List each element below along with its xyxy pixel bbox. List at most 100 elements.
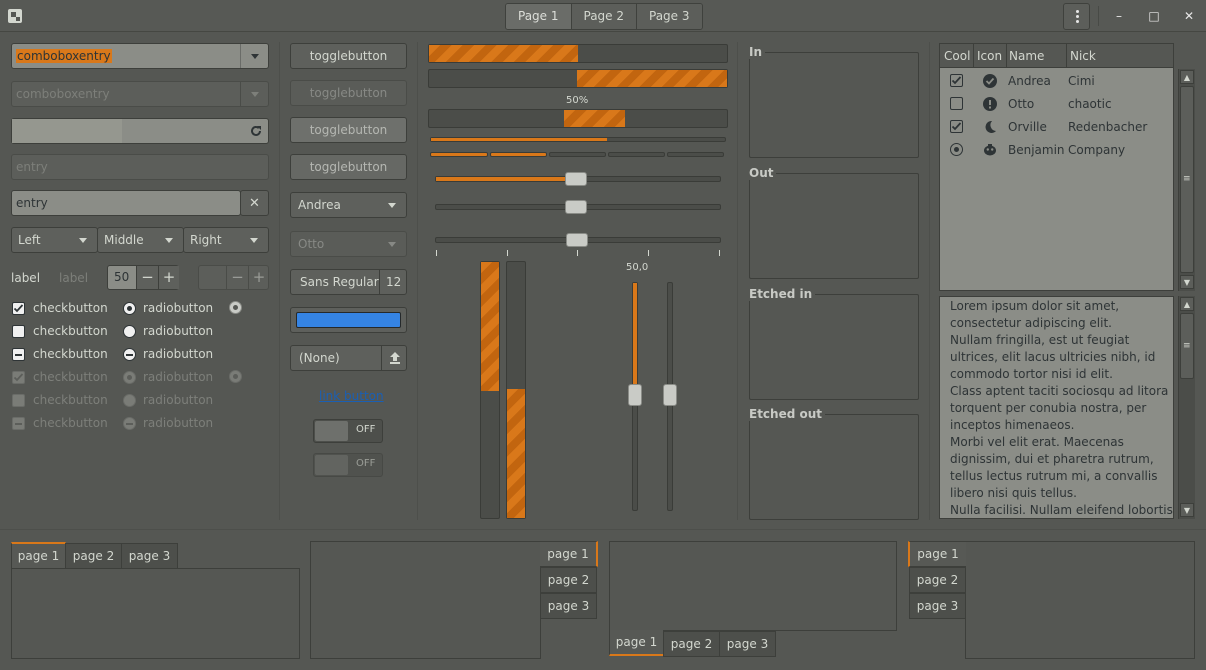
text-line[interactable]: Morbi vel elit erat. Maecenas <box>950 434 1173 451</box>
text-line[interactable]: Nulla facilisi. Nullam eleifend lobortis <box>950 502 1173 518</box>
hscale-2-thumb[interactable] <box>565 200 587 214</box>
tree-row-3-name[interactable]: Orville <box>1008 119 1047 135</box>
stack-tab-page-1[interactable]: Page 1 <box>506 4 572 29</box>
tree-row-4-name[interactable]: Benjamin <box>1008 142 1065 158</box>
togglebutton-1[interactable]: togglebutton <box>290 43 407 69</box>
progress-entry[interactable] <box>11 118 269 144</box>
text-scrollbar[interactable]: ▲ ≡ ▼ <box>1178 296 1195 519</box>
text-line[interactable]: Lorem ipsum dolor sit amet, <box>950 298 1173 315</box>
text-view[interactable]: Lorem ipsum dolor sit amet, consectetur a… <box>939 296 1174 519</box>
radio-no-label[interactable] <box>229 301 242 314</box>
scroll-thumb[interactable]: ≡ <box>1180 313 1194 379</box>
tree-row-1-cool[interactable] <box>950 74 963 87</box>
text-line[interactable]: consectetur adipiscing elit. <box>950 315 1173 332</box>
spin-value[interactable]: 50 <box>114 266 129 289</box>
switch-off[interactable]: OFF <box>313 419 383 443</box>
text-line[interactable]: Class aptent taciti sociosqu ad litora <box>950 383 1173 400</box>
text-line[interactable]: dignissim, dui et pharetra rutrum, <box>950 451 1173 468</box>
text-line[interactable]: torquent per conubia nostra, per <box>950 400 1173 417</box>
stack-tab-page-3[interactable]: Page 3 <box>637 4 702 29</box>
entry-text[interactable]: entry <box>16 196 48 210</box>
notebook-2-tab-3[interactable]: page 3 <box>540 593 597 619</box>
radiobutton-label[interactable]: radiobutton <box>143 346 213 362</box>
tree-view[interactable]: Cool Icon Name Nick Andrea Cimi Otto cha… <box>939 43 1174 291</box>
combo-entry-1-text[interactable]: comboboxentry <box>16 49 112 63</box>
font-button[interactable]: Sans Regular 12 <box>290 269 407 295</box>
text-view-content[interactable]: Lorem ipsum dolor sit amet, consectetur a… <box>950 298 1173 518</box>
tree-row-1-name[interactable]: Andrea <box>1008 73 1051 89</box>
togglebutton-3-active[interactable]: togglebutton <box>290 117 407 143</box>
close-button[interactable]: ✕ <box>1182 9 1196 23</box>
combo-andrea[interactable]: Andrea <box>290 192 407 218</box>
notebook-3-tab-2[interactable]: page 2 <box>663 631 720 657</box>
checkbox-checked[interactable] <box>12 302 25 315</box>
file-chooser-button[interactable]: (None) <box>290 345 407 371</box>
tree-row-2-nick[interactable]: chaotic <box>1068 96 1112 112</box>
scroll-thumb[interactable]: ≡ <box>1180 86 1194 273</box>
linked-left-button[interactable]: Left <box>11 227 98 253</box>
maximize-button[interactable]: □ <box>1147 9 1161 23</box>
tree-row-2-name[interactable]: Otto <box>1008 96 1034 112</box>
notebook-4-tab-2[interactable]: page 2 <box>909 567 966 593</box>
tree-row-4-nick[interactable]: Company <box>1068 142 1125 158</box>
text-line[interactable]: tellus lectus rutrum mi, a convallis <box>950 468 1173 485</box>
clear-button[interactable]: ✕ <box>240 190 269 216</box>
radio-inconsistent[interactable] <box>123 348 136 361</box>
text-line[interactable]: ultrices, elit lacus ultricies nibh, id <box>950 349 1173 366</box>
menu-button[interactable] <box>1063 3 1090 30</box>
notebook-1-tab-2[interactable]: page 2 <box>65 543 122 569</box>
spin-minus-button[interactable]: − <box>136 266 158 289</box>
text-line[interactable]: Nullam fringilla, est ut feugiat <box>950 332 1173 349</box>
radiobutton-label[interactable]: radiobutton <box>143 300 213 316</box>
stack-tab-page-2[interactable]: Page 2 <box>571 4 637 29</box>
tree-row-3-nick[interactable]: Redenbacher <box>1068 119 1147 135</box>
link-button[interactable]: link button <box>319 388 384 404</box>
column-header-cool[interactable]: Cool <box>944 48 970 64</box>
checkbutton-label[interactable]: checkbutton <box>33 346 108 362</box>
notebook-2-tab-2[interactable]: page 2 <box>540 567 597 593</box>
column-header-nick[interactable]: Nick <box>1070 48 1096 64</box>
notebook-4-tab-1[interactable]: page 1 <box>908 541 966 567</box>
notebook-3-tab-1[interactable]: page 1 <box>609 630 664 656</box>
tree-row-3-cool[interactable] <box>950 120 963 133</box>
hscale-3-thumb[interactable] <box>566 233 588 247</box>
scroll-down-button[interactable]: ▼ <box>1180 275 1194 289</box>
refresh-icon[interactable] <box>249 124 263 138</box>
text-line[interactable]: libero nisi quis tellus. <box>950 485 1173 502</box>
checkbutton-label[interactable]: checkbutton <box>33 300 108 316</box>
minimize-button[interactable]: – <box>1112 9 1126 23</box>
spin-plus-button[interactable]: + <box>158 266 179 289</box>
checkbutton-label[interactable]: checkbutton <box>33 323 108 339</box>
scroll-down-button[interactable]: ▼ <box>1180 503 1194 517</box>
checkbox-inconsistent[interactable] <box>12 348 25 361</box>
notebook-2-tab-1[interactable]: page 1 <box>540 541 598 567</box>
combo-entry-1[interactable]: comboboxentry <box>11 43 269 69</box>
scroll-up-button[interactable]: ▲ <box>1180 70 1194 84</box>
tree-row-1-nick[interactable]: Cimi <box>1068 73 1095 89</box>
vscale-1-thumb[interactable] <box>628 384 642 406</box>
radiobutton-label[interactable]: radiobutton <box>143 323 213 339</box>
text-line[interactable]: commodo tortor nisi id elit. <box>950 366 1173 383</box>
color-button[interactable] <box>290 307 407 333</box>
scroll-up-button[interactable]: ▲ <box>1180 297 1194 311</box>
notebook-1-tab-3[interactable]: page 3 <box>121 543 178 569</box>
tree-scrollbar[interactable]: ▲ ≡ ▼ <box>1178 69 1195 291</box>
notebook-4-tab-3[interactable]: page 3 <box>909 593 966 619</box>
text-line[interactable]: inceptos himenaeos. <box>950 417 1173 434</box>
hscale-1-thumb[interactable] <box>565 172 587 186</box>
tree-row-2-cool[interactable] <box>950 97 963 110</box>
chevron-down-icon[interactable] <box>251 54 259 59</box>
tree-row-4-cool[interactable] <box>950 143 963 156</box>
linked-middle-button[interactable]: Middle <box>97 227 184 253</box>
checkbox-unchecked[interactable] <box>12 325 25 338</box>
entry-field[interactable]: entry <box>11 190 241 216</box>
radio-unselected[interactable] <box>123 325 136 338</box>
spin-button[interactable]: 50 − + <box>107 265 179 290</box>
radio-selected[interactable] <box>123 302 136 315</box>
notebook-1-tab-1[interactable]: page 1 <box>11 542 66 568</box>
notebook-3-tab-3[interactable]: page 3 <box>719 631 776 657</box>
column-header-icon[interactable]: Icon <box>977 48 1002 64</box>
column-header-name[interactable]: Name <box>1009 48 1044 64</box>
linked-right-button[interactable]: Right <box>183 227 269 253</box>
vscale-2-thumb[interactable] <box>663 384 677 406</box>
